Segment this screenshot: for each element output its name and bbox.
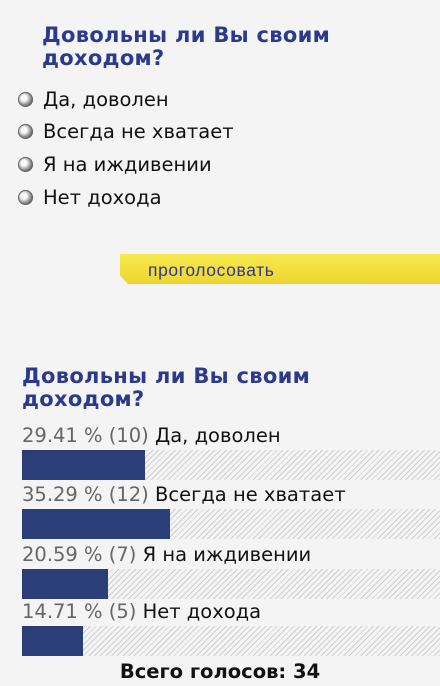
result-percent: 35.29 % (12) — [22, 483, 149, 506]
result-bar-track — [22, 509, 440, 539]
poll-option-label: Всегда не хватает — [43, 119, 234, 143]
result-percent: 20.59 % (7) — [22, 543, 137, 566]
vote-button[interactable]: проголосовать — [120, 254, 440, 284]
poll-question-title: Довольны ли Вы своим доходом? — [42, 23, 331, 70]
poll-option-2[interactable]: Всегда не хватает — [18, 117, 234, 145]
result-bar-track — [22, 450, 440, 480]
poll-option-1[interactable]: Да, доволен — [18, 85, 169, 113]
result-option-label: Да, доволен — [154, 424, 281, 447]
result-percent: 29.41 % (10) — [22, 424, 149, 447]
result-label: 14.71 % (5) Нет дохода — [22, 600, 261, 623]
result-percent: 14.71 % (5) — [22, 600, 137, 623]
results-title: Довольны ли Вы своим доходом? — [22, 364, 311, 411]
result-option-label: Всегда не хватает — [154, 483, 346, 506]
result-label: 35.29 % (12) Всегда не хватает — [22, 483, 346, 506]
result-option-label: Нет дохода — [142, 600, 262, 623]
result-label: 20.59 % (7) Я на иждивении — [22, 543, 311, 566]
poll-option-label: Нет дохода — [43, 185, 162, 209]
total-votes: Всего голосов: 34 — [119, 660, 321, 683]
result-bar-track — [22, 626, 440, 656]
radio-button-icon[interactable] — [18, 189, 33, 205]
poll-option-4[interactable]: Нет дохода — [18, 183, 162, 211]
radio-button-icon[interactable] — [18, 123, 33, 139]
poll-option-label: Да, доволен — [43, 87, 169, 111]
radio-button-icon[interactable] — [18, 91, 33, 107]
poll-option-label: Я на иждивении — [43, 152, 212, 176]
result-option-label: Я на иждивении — [142, 543, 312, 566]
result-bar — [22, 626, 84, 656]
result-bar — [22, 569, 109, 599]
result-label: 29.41 % (10) Да, доволен — [22, 424, 281, 447]
result-bar-track — [22, 569, 440, 599]
result-bar — [22, 509, 170, 539]
radio-button-icon[interactable] — [18, 156, 33, 172]
result-bar — [22, 450, 145, 480]
poll-option-3[interactable]: Я на иждивении — [18, 150, 212, 178]
